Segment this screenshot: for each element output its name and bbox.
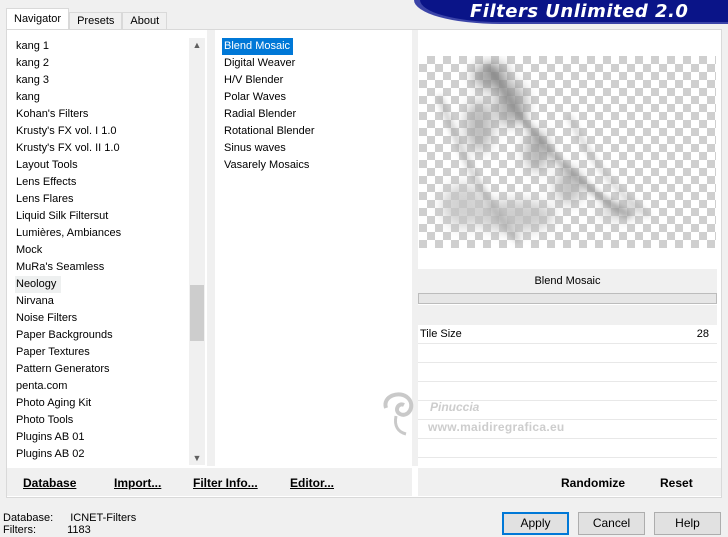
preview-image bbox=[419, 56, 716, 248]
param-row-empty bbox=[418, 420, 717, 439]
filter-list[interactable]: Blend Mosaic Digital Weaver H/V Blender Pol… bbox=[222, 38, 407, 174]
filter-info-button[interactable]: Filter Info... bbox=[193, 476, 258, 490]
category-item[interactable]: Mock bbox=[15, 242, 193, 259]
category-item[interactable]: Noise Filters bbox=[15, 310, 193, 327]
database-button[interactable]: Database bbox=[23, 476, 76, 490]
param-row-empty bbox=[418, 439, 717, 458]
scroll-thumb[interactable] bbox=[190, 285, 204, 341]
scroll-up-icon[interactable]: ▲ bbox=[189, 38, 205, 52]
banner-title: Filters Unlimited 2.0 bbox=[470, 1, 689, 22]
category-item[interactable]: kang bbox=[15, 89, 193, 106]
category-item[interactable]: Layout Tools bbox=[15, 157, 193, 174]
category-item[interactable]: MuRa's Seamless bbox=[15, 259, 193, 276]
help-button[interactable]: Help bbox=[654, 512, 721, 535]
filter-item[interactable]: Vasarely Mosaics bbox=[222, 157, 309, 174]
tab-navigator[interactable]: Navigator bbox=[6, 8, 70, 30]
category-item[interactable]: kang 2 bbox=[15, 55, 193, 72]
control-spacer bbox=[418, 305, 717, 325]
status-filters-label: Filters: bbox=[3, 524, 36, 536]
category-item[interactable]: Lumières, Ambiances bbox=[15, 225, 193, 242]
category-item[interactable]: Paper Textures bbox=[15, 344, 193, 361]
category-item[interactable]: penta.com bbox=[15, 378, 193, 395]
filter-item[interactable]: Radial Blender bbox=[222, 106, 296, 123]
reset-button[interactable]: Reset bbox=[660, 476, 693, 490]
param-row-empty bbox=[418, 344, 717, 363]
import-button[interactable]: Import... bbox=[114, 476, 161, 490]
param-value[interactable]: 28 bbox=[697, 325, 709, 344]
status-database-value: ICNET-Filters bbox=[70, 512, 137, 524]
category-item[interactable]: Kohan's Filters bbox=[15, 106, 193, 123]
progress-bar bbox=[418, 293, 717, 304]
param-row-empty bbox=[418, 363, 717, 382]
category-item[interactable]: Lens Effects bbox=[15, 174, 193, 191]
category-item[interactable]: kang 3 bbox=[15, 72, 193, 89]
category-list[interactable]: kang 1 kang 2 kang 3 kang Kohan's Filters Kru… bbox=[15, 38, 193, 466]
cancel-button[interactable]: Cancel bbox=[578, 512, 645, 535]
category-item[interactable]: Neology bbox=[15, 276, 61, 293]
navigator-panel: kang 1 kang 2 kang 3 kang Kohan's Filters Kru… bbox=[6, 29, 722, 498]
filter-item[interactable]: Blend Mosaic bbox=[222, 38, 294, 55]
category-item[interactable]: Krusty's FX vol. I 1.0 bbox=[15, 123, 193, 140]
param-label: Tile Size bbox=[420, 328, 462, 340]
column-divider bbox=[207, 30, 215, 466]
tab-about[interactable]: About bbox=[122, 12, 168, 30]
left-button-bar: Database Import... Filter Info... Editor… bbox=[7, 468, 412, 496]
filter-item[interactable]: H/V Blender bbox=[222, 72, 283, 89]
scroll-down-icon[interactable]: ▼ bbox=[189, 451, 205, 465]
category-item[interactable]: Paper Backgrounds bbox=[15, 327, 193, 344]
filter-item[interactable]: Sinus waves bbox=[222, 140, 286, 157]
filter-item[interactable]: Polar Waves bbox=[222, 89, 286, 106]
category-item[interactable]: Liquid Silk Filtersut bbox=[15, 208, 193, 225]
param-row-empty bbox=[418, 382, 717, 401]
category-item[interactable]: Pattern Generators bbox=[15, 361, 193, 378]
category-item[interactable]: Plugins AB 02 bbox=[15, 446, 193, 463]
filter-name-label: Blend Mosaic bbox=[418, 269, 717, 293]
editor-button[interactable]: Editor... bbox=[290, 476, 334, 490]
preview-graphic bbox=[436, 62, 651, 243]
status-database-label: Database: bbox=[3, 512, 54, 524]
randomize-button[interactable]: Randomize bbox=[561, 476, 625, 490]
category-item[interactable]: Plugins AB 03 bbox=[15, 463, 193, 466]
status-filters-value: 1183 bbox=[67, 524, 91, 536]
right-button-bar: Randomize Reset bbox=[418, 468, 721, 496]
filter-item[interactable]: Digital Weaver bbox=[222, 55, 295, 72]
param-row-empty bbox=[418, 401, 717, 420]
category-item[interactable]: kang 1 bbox=[15, 38, 193, 55]
category-item[interactable]: Photo Aging Kit bbox=[15, 395, 193, 412]
category-item[interactable]: Photo Tools bbox=[15, 412, 193, 429]
category-item[interactable]: Lens Flares bbox=[15, 191, 193, 208]
tab-presets[interactable]: Presets bbox=[69, 12, 123, 30]
tab-bar: Navigator Presets About bbox=[6, 8, 168, 30]
category-item[interactable]: Plugins AB 01 bbox=[15, 429, 193, 446]
apply-button[interactable]: Apply bbox=[502, 512, 569, 535]
category-item[interactable]: Krusty's FX vol. II 1.0 bbox=[15, 140, 193, 157]
param-row[interactable]: Tile Size 28 bbox=[418, 325, 717, 344]
filter-item[interactable]: Rotational Blender bbox=[222, 123, 315, 140]
category-item[interactable]: Nirvana bbox=[15, 293, 193, 310]
category-scrollbar[interactable]: ▲ ▼ bbox=[189, 38, 205, 465]
